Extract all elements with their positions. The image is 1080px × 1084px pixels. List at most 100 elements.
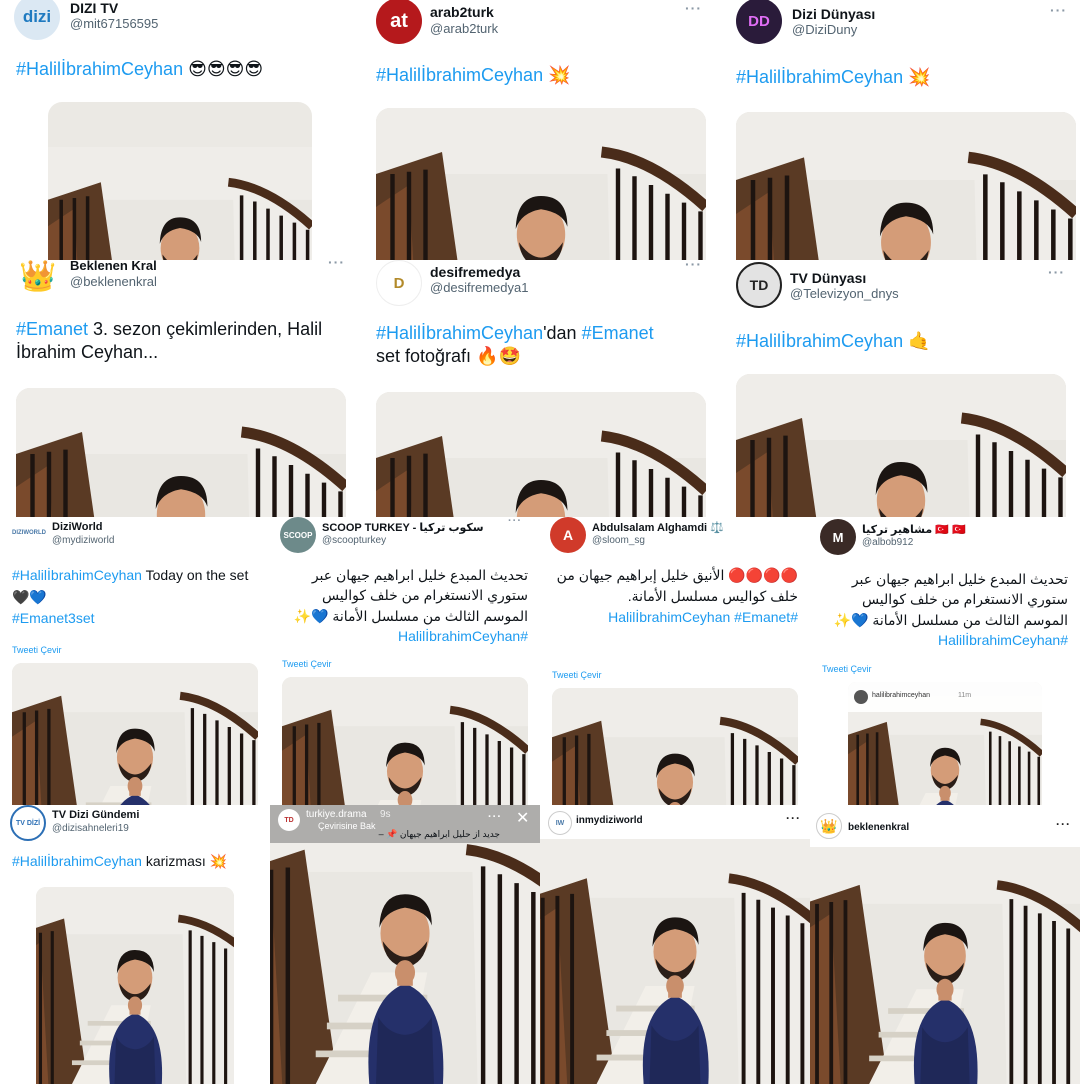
account-name[interactable]: Dizi Dünyası xyxy=(792,6,875,22)
avatar[interactable]: at xyxy=(376,0,422,44)
hashtag[interactable]: #HalilİbrahimCeyhan xyxy=(938,632,1068,648)
tweet-text: 🔴🔴🔴🔴 الأنيق خليل إبراهيم جيهان من خلف كو… xyxy=(552,565,798,628)
tweet-card: at arab2turk @arab2turk ··· #Halilİbrahi… xyxy=(360,0,720,260)
avatar[interactable]: dizi xyxy=(14,0,60,40)
more-icon[interactable]: ··· xyxy=(508,517,522,527)
tweet-photo[interactable] xyxy=(36,887,234,1084)
post-photo[interactable] xyxy=(810,847,1080,1084)
more-icon[interactable]: ··· xyxy=(1048,264,1065,280)
hashtag[interactable]: #HalilİbrahimCeyhan xyxy=(398,628,528,644)
tweet-photo[interactable] xyxy=(48,102,312,260)
account-name[interactable]: TV Dünyası xyxy=(790,270,866,286)
hashtag[interactable]: #HalilİbrahimCeyhan #Emanet xyxy=(608,609,798,625)
hashtag[interactable]: #HalilİbrahimCeyhan xyxy=(376,65,543,85)
account-handle[interactable]: @scoopturkey xyxy=(322,535,386,546)
tweet-text: #HalilİbrahimCeyhan karizması 💥 xyxy=(12,852,227,870)
tweet-text: #HalilİbrahimCeyhan'dan #Emanet set foto… xyxy=(376,322,711,369)
hashtag[interactable]: #Emanet3set xyxy=(12,610,95,626)
more-icon[interactable]: ··· xyxy=(786,811,801,825)
account-name[interactable]: Abdulsalam Alghamdi ⚖️ xyxy=(592,521,724,534)
tweet-photo[interactable] xyxy=(12,663,258,805)
avatar[interactable]: IW xyxy=(548,811,572,835)
account-handle[interactable]: @dizisahneleri19 xyxy=(52,823,129,834)
tweet-text: تحديث المبدع خليل ابراهيم جيهان عبر ستور… xyxy=(822,569,1068,650)
account-handle[interactable]: @beklenenkral xyxy=(70,274,157,289)
more-icon[interactable]: ··· xyxy=(685,260,702,272)
story-username[interactable]: turkiye.drama xyxy=(306,809,367,820)
hashtag[interactable]: #HalilİbrahimCeyhan xyxy=(376,323,543,343)
avatar[interactable]: TV DİZİ xyxy=(10,805,46,841)
hashtag[interactable]: #Emanet xyxy=(582,323,654,343)
tweet-body: karizması 💥 xyxy=(141,853,228,869)
translate-link[interactable]: Tweeti Çevir xyxy=(12,645,62,655)
hashtag[interactable]: #HalilİbrahimCeyhan xyxy=(12,853,142,869)
more-icon[interactable]: ··· xyxy=(488,811,502,823)
instagram-story-screenshot[interactable]: halilibrahimceyhan 11m xyxy=(848,682,1042,805)
avatar[interactable]: M xyxy=(820,519,856,555)
close-icon[interactable]: ✕ xyxy=(516,808,530,828)
avatar[interactable]: 👑 xyxy=(816,813,842,839)
story-photo[interactable] xyxy=(270,805,540,1084)
tweet-photo[interactable] xyxy=(376,392,706,517)
story-caption: جديد از حليل ابراهيم جيهان 📌 – xyxy=(378,829,500,839)
avatar[interactable]: TD xyxy=(736,262,782,308)
account-handle[interactable]: @mit67156595 xyxy=(70,16,158,31)
account-name[interactable]: DiziWorld xyxy=(52,521,103,533)
tweet-card: dizi DIZI TV @mit67156595 #HalilİbrahimC… xyxy=(0,0,360,260)
avatar[interactable]: TD xyxy=(278,809,300,831)
account-handle[interactable]: @Televizyon_dnys xyxy=(790,286,899,301)
hashtag[interactable]: #HalilİbrahimCeyhan xyxy=(12,567,142,583)
tweet-photo[interactable] xyxy=(16,388,346,517)
account-name[interactable]: Beklenen Kral xyxy=(70,260,157,273)
more-icon[interactable]: ··· xyxy=(328,260,345,270)
account-name[interactable]: beklenenkral xyxy=(848,822,909,833)
more-icon[interactable]: ··· xyxy=(1056,817,1071,831)
tweet-body: 🔴🔴🔴🔴 الأنيق خليل إبراهيم جيهان من خلف كو… xyxy=(556,567,798,604)
account-handle[interactable]: @sloom_sg xyxy=(592,535,645,546)
instagram-story: TD turkiye.drama 9s Çevirisine Bak ··· ✕… xyxy=(270,805,540,1084)
avatar[interactable]: D xyxy=(376,260,422,306)
avatar[interactable]: DIZIWORLD xyxy=(10,521,48,545)
tweet-text: تحديث المبدع خليل ابراهيم جيهان عبر ستور… xyxy=(282,565,528,646)
more-icon[interactable]: ··· xyxy=(685,0,702,16)
account-name[interactable]: inmydiziworld xyxy=(576,815,643,826)
story-time: 9s xyxy=(380,809,391,820)
hashtag[interactable]: #HalilİbrahimCeyhan xyxy=(736,331,903,351)
account-name[interactable]: desifremedya xyxy=(430,264,520,280)
avatar[interactable]: 👑 xyxy=(14,260,62,296)
avatar[interactable]: A xyxy=(550,517,586,553)
tweet-photo[interactable] xyxy=(282,677,528,805)
tweet-photo[interactable] xyxy=(376,108,706,260)
account-handle[interactable]: @albob912 xyxy=(862,537,913,548)
tweet-photo[interactable] xyxy=(736,112,1076,260)
tweet-text: #HalilİbrahimCeyhan 💥 xyxy=(376,64,571,87)
avatar[interactable]: DD xyxy=(736,0,782,44)
hashtag[interactable]: #HalilİbrahimCeyhan xyxy=(736,67,903,87)
tweet-photo[interactable] xyxy=(736,374,1066,517)
post-photo[interactable] xyxy=(540,839,810,1084)
tweet-card: D desifremedya @desifremedya1 ··· #Halil… xyxy=(360,260,720,517)
tweet-card: DIZIWORLD DiziWorld @mydiziworld #Halilİ… xyxy=(0,517,270,805)
tweet-body: 'dan xyxy=(543,323,582,343)
account-name[interactable]: TV Dizi Gündemi xyxy=(52,809,139,821)
tweet-card: M مشاهير تركيا 🇹🇷 🇹🇷 @albob912 تحديث الم… xyxy=(810,517,1080,805)
account-handle[interactable]: @desifremedya1 xyxy=(430,280,528,295)
tweet-card: TD TV Dünyası @Televizyon_dnys ··· #Hali… xyxy=(720,260,1080,517)
story-avatar xyxy=(854,690,868,704)
hashtag[interactable]: #HalilİbrahimCeyhan xyxy=(16,59,183,79)
tweet-photo[interactable] xyxy=(552,688,798,805)
more-icon[interactable]: ··· xyxy=(1050,2,1067,18)
account-handle[interactable]: @DiziDuny xyxy=(792,22,857,37)
account-name[interactable]: SCOOP TURKEY - سكوب تركيا xyxy=(322,521,484,534)
account-name[interactable]: مشاهير تركيا 🇹🇷 🇹🇷 xyxy=(862,523,966,536)
avatar[interactable]: SCOOP xyxy=(280,517,316,553)
translate-link[interactable]: Tweeti Çevir xyxy=(282,659,332,669)
story-header: halilibrahimceyhan 11m xyxy=(848,682,1042,712)
translate-link[interactable]: Tweeti Çevir xyxy=(552,670,602,680)
translate-link[interactable]: Tweeti Çevir xyxy=(822,664,872,674)
account-handle[interactable]: @arab2turk xyxy=(430,21,498,36)
hashtag[interactable]: #Emanet xyxy=(16,319,88,339)
account-name[interactable]: DIZI TV xyxy=(70,0,118,16)
account-handle[interactable]: @mydiziworld xyxy=(52,535,114,546)
account-name[interactable]: arab2turk xyxy=(430,4,494,20)
